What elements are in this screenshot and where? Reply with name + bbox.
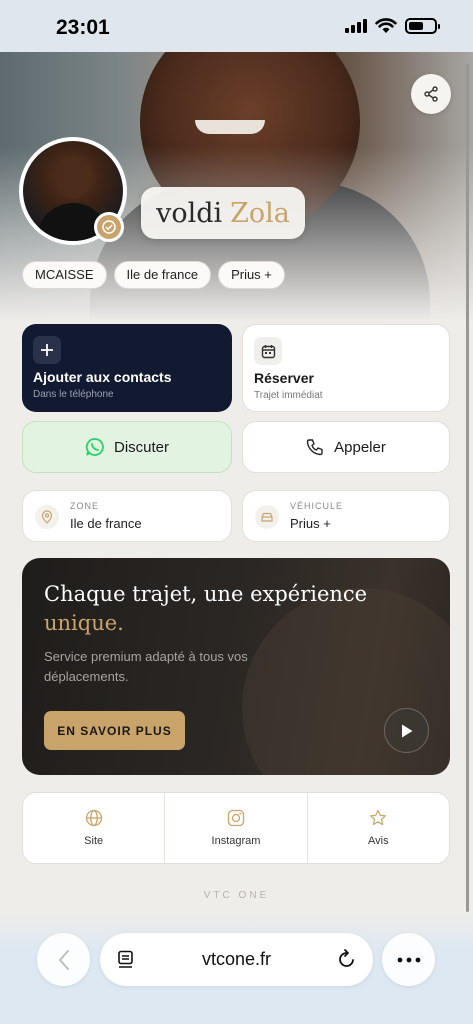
reserve-subtitle: Trajet immédiat — [254, 390, 323, 401]
reload-icon[interactable] — [337, 948, 357, 970]
more-button[interactable] — [382, 933, 435, 986]
share-icon — [424, 86, 438, 102]
wifi-icon — [375, 18, 397, 33]
vehicle-key: VÉHICULE — [290, 501, 344, 511]
chat-label: Discuter — [113, 438, 169, 456]
globe-icon — [85, 809, 102, 827]
verified-badge-icon — [94, 212, 124, 242]
zone-key: ZONE — [70, 501, 100, 511]
reserve-button[interactable]: Réserver Trajet immédiat — [242, 324, 450, 412]
vehicle-info: VÉHICULE Prius + — [242, 490, 450, 542]
promo-headline: Chaque trajet, une expérience unique. — [44, 582, 368, 635]
call-button[interactable]: Appeler — [242, 421, 450, 473]
instagram-link[interactable]: Instagram — [164, 793, 306, 863]
plus-icon — [33, 336, 61, 364]
signal-icon — [345, 19, 367, 33]
car-icon — [255, 505, 279, 529]
battery-icon — [405, 18, 440, 34]
address-bar[interactable]: vtcone.fr — [100, 933, 373, 986]
promo-headline-accent: unique. — [44, 611, 124, 635]
promo-banner: Chaque trajet, une expérience unique. Se… — [22, 558, 450, 775]
site-link[interactable]: Site — [23, 793, 164, 863]
chevron-left-icon — [58, 949, 69, 970]
share-button[interactable] — [411, 74, 451, 114]
play-icon — [401, 724, 412, 737]
promo-description: Service premium adapté à tous vos déplac… — [44, 649, 248, 684]
star-icon — [370, 809, 387, 826]
chat-button[interactable]: Discuter — [22, 421, 232, 473]
more-icon — [397, 957, 420, 962]
instagram-label: Instagram — [211, 835, 261, 847]
call-label: Appeler — [334, 438, 386, 456]
status-icons — [345, 18, 440, 34]
play-button[interactable] — [384, 708, 429, 753]
last-name: Zola — [230, 197, 290, 229]
site-label: Site — [84, 835, 104, 847]
reviews-link[interactable]: Avis — [306, 793, 449, 863]
add-contacts-subtitle: Dans le téléphone — [33, 389, 114, 400]
tag-zone: Ile de france — [113, 261, 212, 289]
status-time: 23:01 — [56, 16, 110, 39]
vehicle-value: Prius + — [290, 516, 331, 531]
instagram-icon — [227, 809, 245, 827]
social-links: Site Instagram Avis — [22, 792, 450, 864]
learn-more-button[interactable]: EN SAVOIR PLUS — [44, 711, 185, 750]
url-text: vtcone.fr — [201, 949, 272, 969]
location-pin-icon — [35, 505, 59, 529]
tag-vehicle: Prius + — [218, 261, 285, 289]
profile-name: voldi Zola — [141, 187, 305, 239]
tag-company: MCAISSE — [22, 261, 107, 289]
add-contacts-title: Ajouter aux contacts — [33, 369, 172, 385]
phone-icon — [306, 439, 323, 456]
reserve-title: Réserver — [254, 370, 314, 386]
scrollbar[interactable] — [466, 64, 469, 912]
add-contacts-button[interactable]: Ajouter aux contacts Dans le téléphone — [22, 324, 232, 412]
first-name: voldi — [156, 197, 223, 229]
reviews-label: Avis — [368, 835, 389, 847]
back-button[interactable] — [37, 933, 90, 986]
calendar-icon — [254, 337, 282, 365]
zone-info: ZONE Ile de france — [22, 490, 232, 542]
footer-brand: VTC ONE — [203, 890, 270, 901]
whatsapp-icon — [85, 438, 104, 456]
status-bar: 23:01 — [0, 0, 473, 52]
zone-value: Ile de france — [70, 516, 142, 531]
profile-tags: MCAISSE Ile de france Prius + — [22, 261, 285, 289]
